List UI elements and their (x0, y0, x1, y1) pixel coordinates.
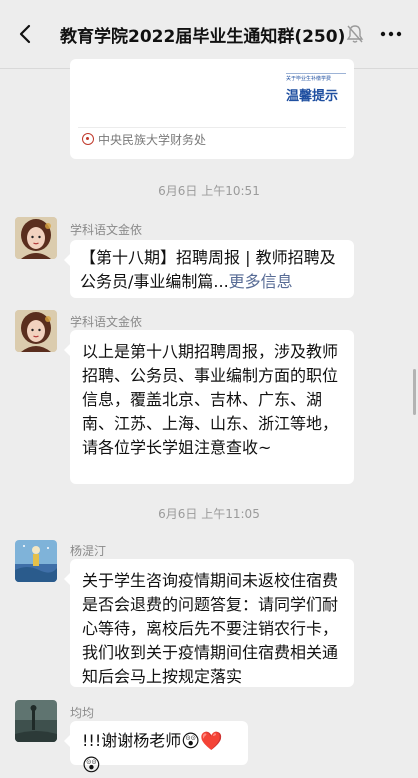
avatar-landscape-icon (15, 540, 57, 582)
sender-name: 学科语文金依 (70, 223, 143, 237)
astonished-emoji-icon: 😲 (82, 755, 101, 776)
message-bubble[interactable]: 关于学生咨询疫情期间未返校住宿费是否会退费的问题答复：请同学们耐心等待，离校后先… (64, 559, 354, 687)
message-bubble[interactable]: 【第十八期】招聘周报 | 教师招聘及公务员/事业编制篇...更多信息 (64, 240, 354, 298)
sender-name: 学科语文金依 (70, 315, 143, 329)
sender-name: 均均 (70, 706, 95, 720)
avatar-girl-icon (15, 310, 57, 352)
back-arrow-icon[interactable] (14, 22, 38, 46)
scrollbar[interactable] (413, 369, 416, 415)
avatar[interactable] (15, 540, 57, 582)
message-text: 以上是第十八期招聘周报，涉及教师招聘、公务员、事业编制方面的职位信息，覆盖北京、… (82, 342, 339, 457)
message-text: 【第十八期】招聘周报 | 教师招聘及公务员/事业编制篇... (80, 248, 336, 291)
astonished-emoji-icon: 😲 (181, 730, 201, 752)
avatar-girl-icon (15, 217, 57, 259)
more-options-icon[interactable] (378, 22, 404, 46)
source-icon (82, 133, 94, 145)
card-thumbnail: 关于毕业生补缴学费 温馨提示 (286, 61, 346, 109)
avatar[interactable] (15, 700, 57, 742)
sender-name: 杨湜汀 (70, 544, 107, 558)
avatar-dark-landscape-icon (15, 700, 57, 742)
avatar[interactable] (15, 217, 57, 259)
heart-emoji-icon: ❤️ (200, 730, 223, 752)
message-text: !!!谢谢杨老师 (82, 731, 182, 750)
thumb-big-text: 温馨提示 (286, 89, 339, 104)
avatar[interactable] (15, 310, 57, 352)
more-info-link[interactable]: 更多信息 (229, 272, 293, 291)
card-source: 中央民族大学财务处 (98, 133, 207, 147)
message-text: 关于学生咨询疫情期间未返校住宿费是否会退费的问题答复：请同学们耐心等待，离校后先… (82, 571, 339, 686)
link-card[interactable]: 关于毕业生补缴学费 温馨提示 中央民族大学财务处 (70, 59, 354, 159)
timestamp: 6月6日 上午11:05 (158, 507, 260, 521)
chat-message-list[interactable]: 关于毕业生补缴学费 温馨提示 中央民族大学财务处 6月6日 上午10:51 学科… (0, 59, 418, 776)
card-divider (78, 127, 346, 128)
timestamp: 6月6日 上午10:51 (158, 184, 260, 198)
message-bubble[interactable]: 以上是第十八期招聘周报，涉及教师招聘、公务员、事业编制方面的职位信息，覆盖北京、… (64, 330, 354, 484)
message-bubble[interactable]: !!!谢谢杨老师😲❤️😲 (64, 721, 248, 776)
thumb-small-text: 关于毕业生补缴学费 (286, 76, 332, 82)
chat-title: 教育学院2022届毕业生通知群(250) (60, 27, 346, 47)
thumb-divider (286, 73, 346, 74)
mute-bell-icon (346, 25, 364, 43)
